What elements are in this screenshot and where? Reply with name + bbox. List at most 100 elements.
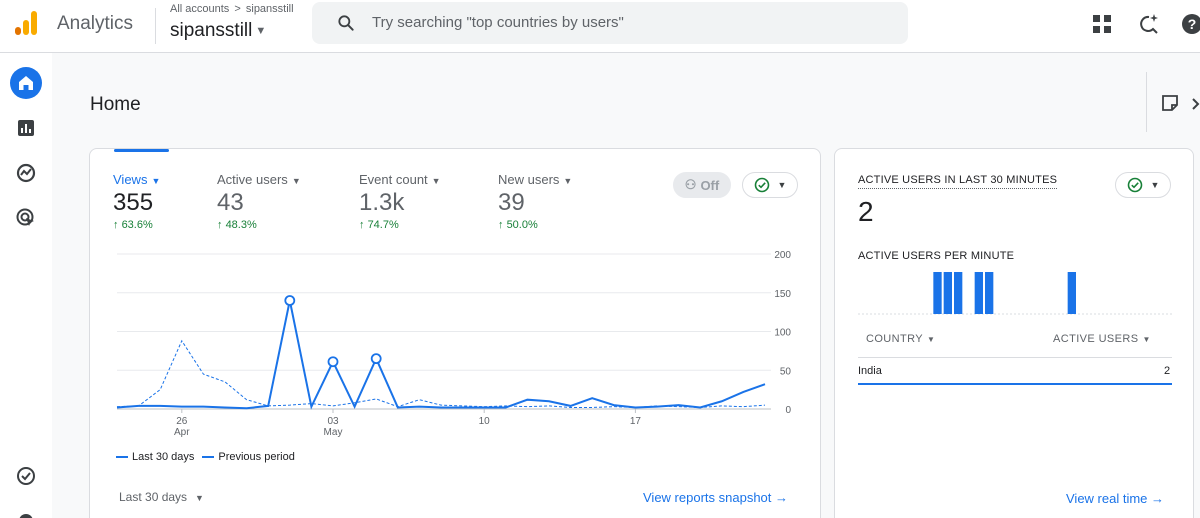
views-line-chart: 0 50 100 150 200 26Apr 03May 10 17 [116,250,792,438]
search-input[interactable]: Try searching "top countries by users" [372,14,624,31]
x-tick-label: 26 [176,416,188,427]
col-header-active-users[interactable]: ACTIVE USERS ▼ [1053,333,1151,345]
arrow-up-icon: ↑ [498,219,504,231]
page-title: Home [90,94,141,115]
legend-current: Last 30 days [132,451,195,463]
selected-tab-indicator [114,149,169,152]
panel-divider [1146,72,1147,132]
metric-value: 39 [498,189,525,216]
nav-explore[interactable] [8,155,44,191]
x-tick-label: 03 [327,416,339,427]
breadcrumb-separator: > [234,3,241,15]
realtime-value: 2 [858,196,874,227]
data-point-marker [284,295,296,306]
account-name: sipansstill [170,20,253,41]
minute-bar [954,272,963,314]
metric-change: ↑ 74.7% [359,219,399,231]
arrow-right-icon: → [1151,491,1165,506]
nav-advertising[interactable] [8,200,44,236]
nav-admin[interactable] [8,503,44,518]
settings-icon [19,514,33,518]
metric-change: ↑ 48.3% [217,219,257,231]
caret-down-icon: ▼ [431,176,441,186]
y-tick-label: 200 [774,250,791,261]
notes-icon[interactable] [1161,94,1179,112]
badge-icon: ⚇ [684,177,697,192]
data-point-marker [327,356,339,368]
caret-down-icon: ▼ [1142,335,1151,344]
y-tick-label: 100 [774,328,791,339]
nav-home[interactable] [8,65,44,101]
share-icon[interactable] [1192,98,1200,110]
search-box[interactable]: Try searching "top countries by users" [312,2,908,44]
compare-status-button[interactable]: ▼ [742,172,798,198]
legend-previous: Previous period [218,451,295,463]
nav-reports[interactable] [8,110,44,146]
arrow-up-icon: ↑ [217,219,223,231]
breadcrumb[interactable]: All accounts > sipansstill [170,3,294,15]
metric-new-users[interactable]: New users ▼ 39 ↑ 50.0% [498,172,572,231]
legend-solid-swatch [116,456,128,458]
x-tick-label: 10 [479,416,491,427]
view-real-time-link[interactable]: View real time → [1066,491,1164,506]
metric-change: ↑ 50.0% [498,219,538,231]
realtime-status-button[interactable]: ▼ [1115,172,1171,198]
insights-toggle[interactable]: ⚇ Off [673,172,731,198]
search-icon [338,15,354,31]
explore-icon [16,163,36,183]
svg-text:?: ? [1188,16,1197,32]
minute-bar [933,272,942,314]
app-title: Analytics [57,13,134,34]
caret-down-icon: ▼ [291,176,301,186]
left-navigation-rail [0,53,52,518]
breadcrumb-account: sipansstill [245,3,294,15]
date-range-picker[interactable]: Last 30 days ▼ [119,490,204,504]
metric-label: Event count ▼ [359,172,441,187]
metric-event-count[interactable]: Event count ▼ 1.3k ↑ 74.7% [359,172,441,231]
y-tick-label: 0 [785,405,791,416]
x-tick-month-label: May [324,427,343,438]
check-circle-icon [1127,177,1142,193]
chart-legend: Last 30 days Previous period [116,451,295,463]
arrow-up-icon: ↑ [359,219,365,231]
metric-value: 355 [113,189,154,216]
reports-icon [18,120,34,136]
breadcrumb-root: All accounts [170,3,230,15]
table-header-divider [858,357,1172,358]
advertising-icon [16,208,34,226]
per-minute-bar-chart [858,272,1172,315]
header-divider [155,8,156,44]
arrow-up-icon: ↑ [113,219,119,231]
caret-down-icon: ▼ [255,24,267,37]
search-insights-icon[interactable] [1136,12,1160,36]
minute-bar [1067,272,1076,314]
caret-down-icon: ▼ [563,176,573,186]
minute-bar [985,272,994,314]
metric-change: ↑ 63.6% [113,219,153,231]
view-reports-snapshot-link[interactable]: View reports snapshot → [643,490,788,505]
metric-views[interactable]: Views ▼ 355 ↑ 63.6% [113,172,160,231]
per-minute-title: ACTIVE USERS PER MINUTE [858,250,1015,262]
y-tick-label: 150 [774,289,791,300]
metric-value: 1.3k [359,189,405,216]
table-cell-users: 2 [1164,365,1171,377]
nav-configure[interactable] [8,458,44,494]
realtime-title[interactable]: ACTIVE USERS IN LAST 30 MINUTES [858,174,1058,189]
previous-period-line [116,339,766,408]
y-tick-label: 50 [780,366,792,377]
col-header-country[interactable]: COUNTRY ▼ [866,333,935,345]
minute-bar [974,272,983,314]
metric-active-users[interactable]: Active users ▼ 43 ↑ 48.3% [217,172,301,231]
help-icon[interactable]: ? [1180,12,1200,36]
home-icon [10,67,42,99]
table-row-bar [858,383,1172,385]
data-point-marker [370,353,382,365]
analytics-logo-icon[interactable] [12,9,40,37]
caret-down-icon: ▼ [195,493,204,503]
configure-icon [17,467,35,485]
current-period-line [116,300,766,410]
account-picker[interactable]: sipansstill ▼ [170,20,266,42]
caret-down-icon: ▼ [151,176,161,186]
minute-bar [943,272,952,314]
apps-grid-icon[interactable] [1090,12,1114,36]
